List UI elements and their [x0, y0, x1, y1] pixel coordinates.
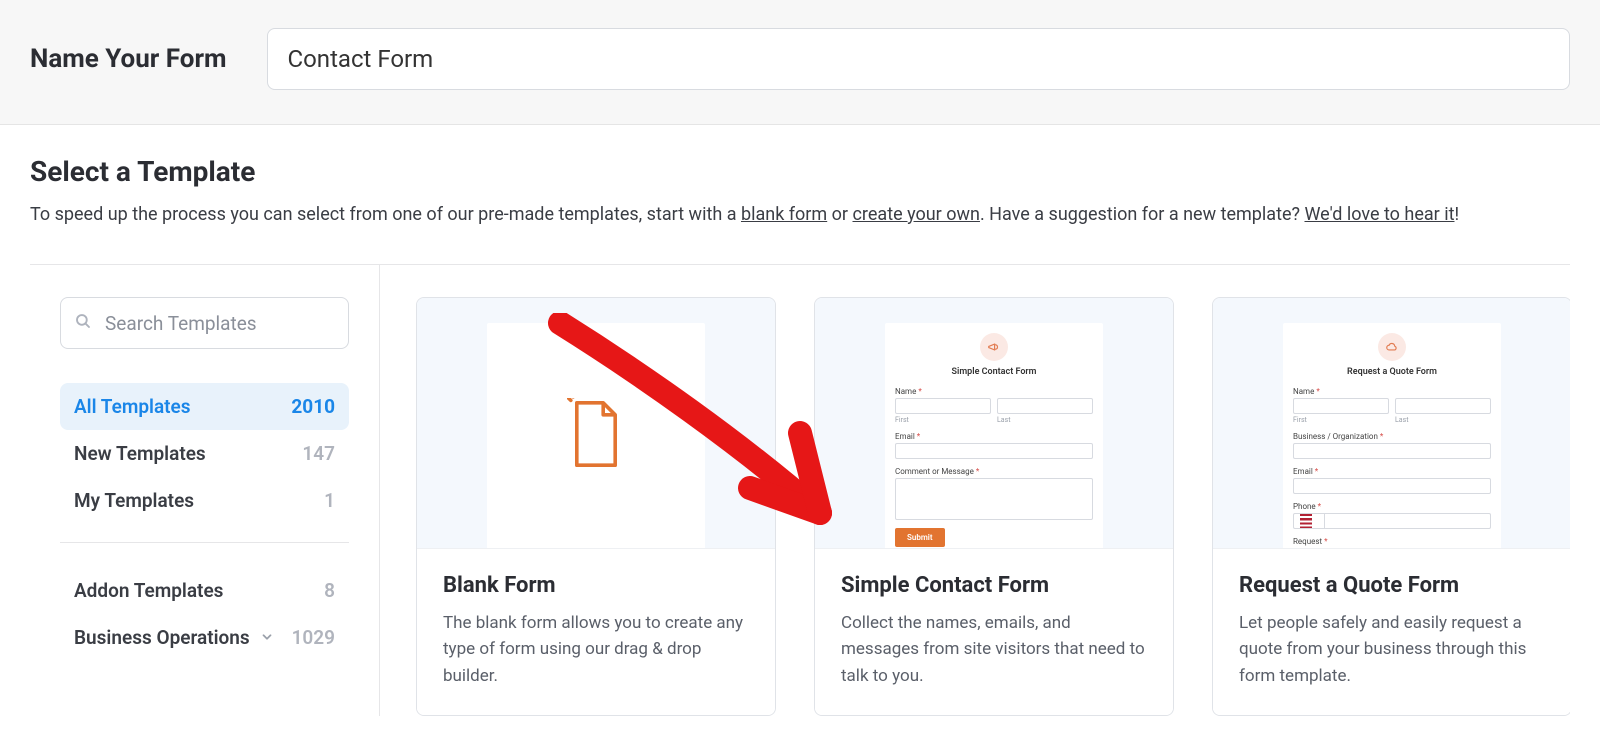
- category-business-operations[interactable]: Business Operations 1029: [60, 614, 349, 661]
- mini-form-preview: Simple Contact Form Name * First Last Em…: [885, 323, 1103, 548]
- subtext-part: To speed up the process you can select f…: [30, 204, 741, 225]
- category-label: All Templates: [74, 395, 191, 418]
- megaphone-icon: [980, 333, 1008, 361]
- category-label: Business Operations: [74, 626, 274, 649]
- category-addon-templates[interactable]: Addon Templates 8: [60, 567, 349, 614]
- category-count: 8: [324, 579, 335, 602]
- template-description: Let people safely and easily request a q…: [1239, 610, 1545, 689]
- select-template-heading: Select a Template: [30, 155, 1570, 188]
- mini-form-title: Simple Contact Form: [895, 367, 1093, 377]
- suggest-template-link[interactable]: We'd love to hear it: [1304, 204, 1454, 225]
- mini-sublabel: Last: [1395, 416, 1491, 424]
- mini-label: Phone: [1293, 502, 1316, 511]
- chevron-down-icon: [260, 630, 274, 644]
- template-preview: [417, 298, 775, 548]
- template-description: Collect the names, emails, and messages …: [841, 610, 1147, 689]
- template-preview: Simple Contact Form Name * First Last Em…: [815, 298, 1173, 548]
- category-count: 147: [302, 442, 335, 465]
- category-label: Addon Templates: [74, 579, 223, 602]
- mini-label: Email: [1293, 467, 1313, 476]
- blank-form-link[interactable]: blank form: [741, 204, 827, 225]
- category-list-extra: Addon Templates 8 Business Operations 10…: [60, 567, 349, 661]
- subtext-part: or: [827, 204, 852, 225]
- template-title: Blank Form: [443, 573, 749, 598]
- search-icon: [74, 312, 92, 334]
- template-sidebar: All Templates 2010 New Templates 147 My …: [30, 265, 380, 716]
- mini-sublabel: First: [895, 416, 991, 424]
- form-name-input[interactable]: [267, 28, 1571, 90]
- subtext-part: !: [1455, 204, 1460, 225]
- template-preview: Request a Quote Form Name * First Last B…: [1213, 298, 1570, 548]
- templates-grid: Blank Form The blank form allows you to …: [380, 265, 1570, 716]
- category-new-templates[interactable]: New Templates 147: [60, 430, 349, 477]
- template-description: The blank form allows you to create any …: [443, 610, 749, 689]
- mini-label: Email: [895, 432, 915, 441]
- mini-form-title: Request a Quote Form: [1293, 367, 1491, 377]
- mini-sublabel: First: [1293, 416, 1389, 424]
- category-my-templates[interactable]: My Templates 1: [60, 477, 349, 524]
- template-title: Request a Quote Form: [1239, 573, 1545, 598]
- mini-label: Request: [1293, 537, 1322, 546]
- mini-submit-button: Submit: [895, 528, 945, 547]
- name-form-bar: Name Your Form: [0, 0, 1600, 125]
- category-label: My Templates: [74, 489, 194, 512]
- blank-preview-sheet: [487, 323, 705, 548]
- category-all-templates[interactable]: All Templates 2010: [60, 383, 349, 430]
- template-title: Simple Contact Form: [841, 573, 1147, 598]
- cloud-icon: [1378, 333, 1406, 361]
- template-card-request-quote-form[interactable]: Request a Quote Form Name * First Last B…: [1212, 297, 1570, 716]
- mini-form-preview: Request a Quote Form Name * First Last B…: [1283, 323, 1501, 548]
- mini-sublabel: Last: [997, 416, 1093, 424]
- category-count: 1029: [292, 626, 335, 649]
- sidebar-divider: [60, 542, 349, 543]
- category-count: 1: [324, 489, 335, 512]
- select-template-subtext: To speed up the process you can select f…: [30, 202, 1570, 228]
- template-card-blank-form[interactable]: Blank Form The blank form allows you to …: [416, 297, 776, 716]
- template-card-simple-contact-form[interactable]: Simple Contact Form Name * First Last Em…: [814, 297, 1174, 716]
- mini-label: Business / Organization: [1293, 432, 1378, 441]
- create-your-own-link[interactable]: create your own: [853, 204, 980, 225]
- subtext-part: . Have a suggestion for a new template?: [980, 204, 1305, 225]
- category-count: 2010: [291, 395, 335, 418]
- blank-file-icon: [567, 398, 625, 474]
- search-templates-input[interactable]: [60, 297, 349, 349]
- mini-label: Comment or Message: [895, 467, 974, 476]
- mini-label: Name: [1293, 387, 1314, 396]
- category-label: New Templates: [74, 442, 206, 465]
- mini-label: Name: [895, 387, 916, 396]
- category-list-main: All Templates 2010 New Templates 147 My …: [60, 383, 349, 524]
- category-label-text: Business Operations: [74, 626, 250, 649]
- name-form-label: Name Your Form: [30, 44, 227, 74]
